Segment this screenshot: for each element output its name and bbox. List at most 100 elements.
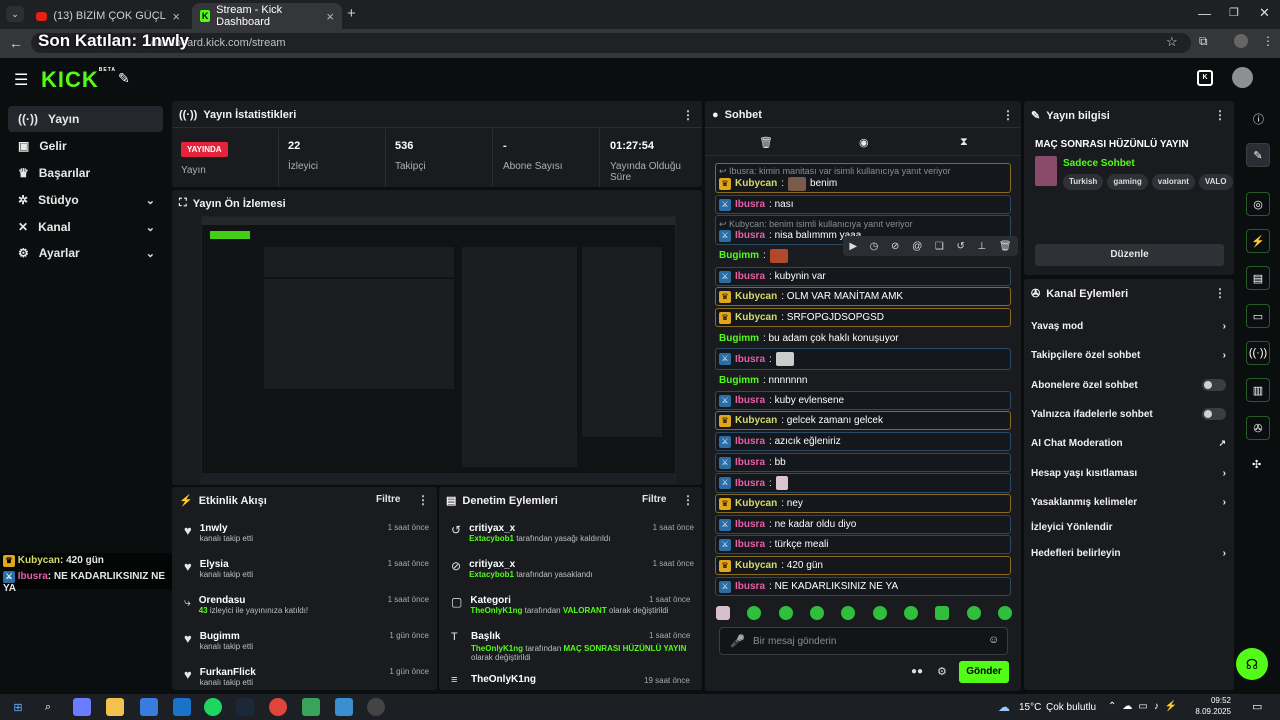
- emote-icon[interactable]: [997, 606, 1012, 620]
- chat-username[interactable]: Kubycan: [735, 312, 777, 323]
- chat-settings-icon[interactable]: ⚙: [937, 665, 947, 678]
- lightning-rail-icon[interactable]: ⚡: [1246, 229, 1270, 253]
- filter-button[interactable]: Filtre: [376, 494, 400, 505]
- chat-username[interactable]: Bugimm: [719, 375, 759, 386]
- sidebar-item-basarilar[interactable]: ♛ Başarılar: [8, 160, 163, 186]
- chat-username[interactable]: Kubycan: [735, 291, 777, 302]
- emote-only-toggle[interactable]: [1202, 408, 1226, 420]
- emote-icon[interactable]: [903, 606, 918, 620]
- tag[interactable]: gaming: [1107, 174, 1148, 190]
- chat-message[interactable]: ⚔ Ibusra: NE KADARLIKSINIZ NE YA: [715, 577, 1011, 596]
- more-options-icon[interactable]: ⋮: [1214, 286, 1226, 300]
- sidebar-item-ayarlar[interactable]: ⚙ Ayarlar ⌄: [8, 240, 163, 266]
- chat-username[interactable]: Ibusra: [735, 457, 765, 468]
- quick-action-icon[interactable]: ✎: [118, 70, 130, 87]
- chat-message[interactable]: Bugimm: bu adam çok haklı konuşuyor: [715, 329, 1011, 348]
- chat-message[interactable]: ⚔ Ibusra: kuby evlensene: [715, 391, 1011, 410]
- windows-start-icon[interactable]: ⊞: [9, 698, 27, 716]
- more-widgets-icon[interactable]: ✣: [1252, 458, 1261, 471]
- more-options-icon[interactable]: ⋮: [1214, 108, 1226, 122]
- new-tab-button[interactable]: +: [347, 5, 356, 22]
- back-arrow-icon[interactable]: ←: [9, 35, 23, 51]
- steam-icon[interactable]: [236, 698, 254, 716]
- chat-message[interactable]: ♛ Kubycan: SRFOPGJDSOPGSD: [715, 308, 1011, 327]
- category-name[interactable]: Sadece Sohbet: [1063, 158, 1135, 169]
- notification-icon[interactable]: ▭: [1252, 700, 1262, 713]
- chat-bubble-icon[interactable]: ◉: [859, 136, 869, 149]
- action-ai-moderation[interactable]: AI Chat Moderation ↗: [1031, 433, 1226, 453]
- chat-message[interactable]: ⚔ Ibusra:: [715, 348, 1011, 370]
- emote-icon[interactable]: [716, 606, 730, 620]
- activity-user[interactable]: Bugimm: [200, 631, 253, 642]
- spotify-icon[interactable]: [204, 698, 222, 716]
- tab-youtube[interactable]: (13) BİZİM ÇOK GÜÇLÜ DİNAZO ×: [28, 3, 188, 29]
- tag[interactable]: valorant: [1151, 174, 1195, 190]
- emote-icon[interactable]: [747, 606, 762, 620]
- activity-user[interactable]: FurkanFlick: [200, 667, 256, 678]
- address-bar[interactable]: dashboard.kick.com/stream: [31, 33, 1191, 53]
- app-icon[interactable]: [335, 698, 353, 716]
- search-icon[interactable]: ⌕: [39, 698, 57, 716]
- chat-username[interactable]: Kubycan: [735, 415, 777, 426]
- chrome-icon[interactable]: [269, 698, 287, 716]
- emote-icon[interactable]: [809, 606, 824, 620]
- activity-user[interactable]: 1nwly: [200, 523, 253, 534]
- edit-button[interactable]: Düzenle: [1035, 244, 1224, 266]
- sidebar-item-studyo[interactable]: ✲ Stüdyo ⌄: [8, 187, 163, 213]
- emote-icon[interactable]: [778, 606, 793, 620]
- chat-message[interactable]: ♛ Kubycan: 420 gün: [715, 556, 1011, 575]
- action-slow-mode[interactable]: Yavaş mod ›: [1031, 316, 1226, 336]
- activity-user[interactable]: Orendasu: [199, 595, 308, 606]
- tab-search-icon[interactable]: ⌄: [6, 6, 24, 22]
- emote-icon[interactable]: [872, 606, 887, 620]
- send-button[interactable]: Gönder: [959, 661, 1009, 683]
- layout-rail-icon[interactable]: ▥: [1246, 378, 1270, 402]
- action-goals[interactable]: Hedefleri belirleyin ›: [1031, 543, 1226, 563]
- chat-message[interactable]: ⚔ Ibusra: azıcık eğleniriz: [715, 432, 1011, 451]
- moderation-target[interactable]: critiyax_x: [469, 523, 610, 534]
- microphone-icon[interactable]: 🎤: [730, 634, 745, 648]
- chat-username[interactable]: Ibusra: [735, 354, 765, 365]
- chat-username[interactable]: Bugimm: [719, 333, 759, 344]
- sidebar-item-kanal[interactable]: ✕ Kanal ⌄: [8, 214, 163, 240]
- hourglass-icon[interactable]: ⧗: [960, 136, 968, 149]
- subscribers-only-toggle[interactable]: [1202, 379, 1226, 391]
- chat-username[interactable]: Kubycan: [735, 178, 777, 189]
- chat-message[interactable]: ⚔ Ibusra:: [715, 473, 1011, 493]
- chat-message[interactable]: ♛ Kubycan: ney: [715, 494, 1011, 513]
- stream-preview-video[interactable]: [201, 216, 676, 484]
- chat-message[interactable]: ⚔ Ibusra: kubynin var: [715, 267, 1011, 286]
- maximize-icon[interactable]: ❐: [1229, 6, 1239, 19]
- wrench-rail-icon[interactable]: ✇: [1246, 416, 1270, 440]
- chat-username[interactable]: Kubycan: [735, 560, 777, 571]
- outlook-icon[interactable]: [173, 698, 191, 716]
- chat-users-icon[interactable]: ●●: [911, 666, 923, 677]
- chat-username[interactable]: Ibusra: [735, 436, 765, 447]
- chat-username[interactable]: Ibusra: [735, 199, 765, 210]
- activity-user[interactable]: Elysia: [200, 559, 253, 570]
- camera-rail-icon[interactable]: ◎: [1246, 192, 1270, 216]
- chat-message[interactable]: ↩ Ibusra: kimin manitası var isimli kull…: [715, 163, 1011, 193]
- file-explorer-icon[interactable]: [106, 698, 124, 716]
- chat-message[interactable]: ♛ Kubycan: OLM VAR MANİTAM AMK: [715, 287, 1011, 306]
- extensions-icon[interactable]: ⧉: [1199, 34, 1208, 49]
- minimize-icon[interactable]: —: [1198, 6, 1211, 21]
- emote-icon[interactable]: [966, 606, 981, 620]
- close-window-icon[interactable]: ✕: [1259, 5, 1270, 21]
- more-options-icon[interactable]: ⋮: [682, 108, 694, 122]
- chat-username[interactable]: Ibusra: [735, 581, 765, 592]
- action-followers-only[interactable]: Takipçilere özel sohbet ›: [1031, 345, 1226, 365]
- kick-home-icon[interactable]: K: [1197, 70, 1213, 86]
- emote-icon[interactable]: [935, 606, 950, 620]
- emoji-icon[interactable]: ☺: [988, 634, 999, 646]
- browser-menu-icon[interactable]: ⋮: [1262, 34, 1274, 48]
- chat-message[interactable]: ⚔ Ibusra: bb: [715, 453, 1011, 472]
- tab-kick-dashboard[interactable]: K Stream - Kick Dashboard ×: [192, 3, 342, 29]
- chat-username[interactable]: Ibusra: [735, 271, 765, 282]
- system-tray-icons[interactable]: ⌃☁▭♪⚡: [1108, 701, 1183, 712]
- broadcast-rail-icon[interactable]: ((·)): [1246, 341, 1270, 365]
- info-icon[interactable]: ⓘ: [1253, 111, 1264, 127]
- chat-message[interactable]: ⚔ Ibusra: nası: [715, 195, 1011, 214]
- chat-username[interactable]: Ibusra: [735, 539, 765, 550]
- close-tab-icon[interactable]: ×: [326, 9, 334, 24]
